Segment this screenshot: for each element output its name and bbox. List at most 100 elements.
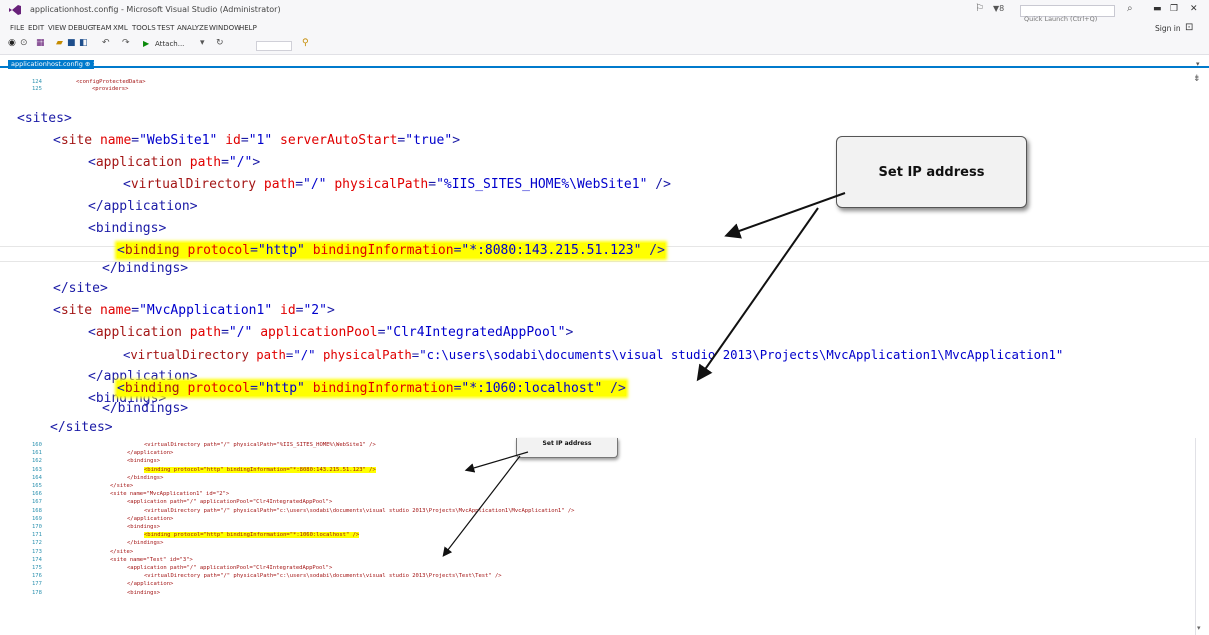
- code-line-sites-open: <sites>: [17, 107, 72, 131]
- feedback-icon[interactable]: ▼8: [993, 4, 1004, 13]
- small-code-line: <virtualDirectory path="/" physicalPath=…: [144, 507, 575, 514]
- code-line-binding2: <binding protocol="http" bindingInformat…: [117, 377, 626, 401]
- pin-icon[interactable]: ⊕: [85, 60, 90, 68]
- new-project-icon[interactable]: ▦: [36, 38, 45, 48]
- close-window-icon[interactable]: ✕: [1190, 4, 1198, 14]
- small-callout-text: Set IP address: [542, 440, 592, 447]
- menu-help[interactable]: HELP: [239, 24, 257, 32]
- small-line-number: 160: [32, 442, 42, 448]
- menu-test[interactable]: TEST: [157, 24, 174, 32]
- small-line-number: 175: [32, 565, 42, 571]
- code-token: "2": [303, 303, 327, 318]
- code-token: site: [60, 303, 93, 318]
- code-token: bindingInformation: [312, 381, 454, 396]
- search-icon[interactable]: ⌕: [1127, 3, 1133, 14]
- menu-analyze[interactable]: ANALYZE: [177, 24, 208, 32]
- small-line-number: 177: [32, 581, 42, 588]
- refresh-icon[interactable]: ↻: [216, 38, 224, 48]
- save-all-icon[interactable]: ◧: [79, 38, 88, 48]
- small-code-line: </site>: [110, 548, 134, 555]
- notification-flag-icon[interactable]: ⚐: [975, 3, 984, 14]
- menu-tools[interactable]: TOOLS: [132, 24, 156, 32]
- find-icon[interactable]: ⚲: [302, 38, 309, 48]
- code-token: "Clr4IntegratedAppPool": [385, 325, 566, 340]
- menu-edit[interactable]: EDIT: [28, 24, 44, 32]
- highlight-binding-8080: <binding protocol="http" bindingInformat…: [117, 243, 665, 258]
- split-scroll-icon[interactable]: ⇟: [1193, 74, 1201, 84]
- code-token: "/": [228, 155, 253, 170]
- undo-icon[interactable]: ↶: [102, 38, 110, 48]
- code-token: serverAutoStart: [280, 133, 398, 148]
- small-line-number: 162: [32, 458, 42, 465]
- code-token: "WebSite1": [139, 133, 218, 148]
- solution-config-dropdown[interactable]: [256, 41, 292, 51]
- code-token: name: [99, 133, 132, 148]
- restore-icon[interactable]: ❐: [1170, 4, 1178, 14]
- code-token: </application>: [88, 199, 198, 214]
- menu-xml[interactable]: XML: [113, 24, 128, 32]
- tab-overflow-icon[interactable]: ▾: [1196, 60, 1200, 68]
- code-line-site1: <site name="WebSite1" id="1" serverAutoS…: [53, 133, 461, 148]
- quick-launch-box[interactable]: [1020, 5, 1115, 24]
- small-line-number: 164: [32, 474, 42, 481]
- small-code-line: </bindings>: [127, 540, 164, 547]
- highlight-binding-1060: <binding protocol="http" bindingInformat…: [117, 381, 626, 396]
- small-code-line: <application path="/" applicationPool="C…: [127, 565, 333, 571]
- code-token: "MvcApplication1": [139, 303, 273, 318]
- minimize-icon[interactable]: ▬: [1153, 4, 1162, 14]
- vertical-scrollbar[interactable]: [1195, 438, 1207, 635]
- dropdown-icon[interactable]: ▾: [200, 38, 205, 48]
- code-token: </sites>: [50, 420, 113, 435]
- code-token: "/": [293, 348, 316, 362]
- small-line-number: 163: [32, 466, 42, 473]
- small-code-line: </bindings>: [127, 474, 164, 481]
- forward-icon[interactable]: ⊙: [20, 38, 28, 48]
- menu-file[interactable]: FILE: [10, 24, 24, 32]
- small-code-line: <bindings>: [127, 589, 161, 596]
- small-line-number: 166: [32, 491, 42, 498]
- back-icon[interactable]: ◉: [8, 38, 16, 48]
- attach-button[interactable]: Attach...: [155, 40, 184, 48]
- code-line-application2: <application path="/" applicationPool="C…: [88, 325, 574, 340]
- small-line-number: 165: [32, 483, 42, 489]
- code-token: "*:1060:localhost": [461, 381, 603, 396]
- menu-view[interactable]: VIEW: [48, 24, 66, 32]
- close-tab-icon[interactable]: ✕: [92, 60, 97, 68]
- menu-team[interactable]: TEAM: [92, 24, 112, 32]
- code-line-vdir1: <virtualDirectory path="/" physicalPath=…: [123, 177, 671, 192]
- small-line-number: 173: [32, 548, 42, 555]
- redo-icon[interactable]: ↷: [122, 38, 130, 48]
- code-token: application: [95, 155, 182, 170]
- menu-debug[interactable]: DEBUG: [68, 24, 93, 32]
- small-line-number: 161: [32, 450, 42, 457]
- window-title: applicationhost.config - Microsoft Visua…: [30, 5, 281, 14]
- small-set-ip-callout: Set IP address: [516, 438, 618, 458]
- code-token: binding: [124, 381, 180, 396]
- code-token: physicalPath: [322, 348, 412, 362]
- code-line: <configProtectedData>: [76, 79, 146, 85]
- code-token: "%IIS_SITES_HOME%\WebSite1": [436, 177, 648, 192]
- code-token: protocol: [187, 381, 251, 396]
- sign-in-link[interactable]: Sign in: [1155, 24, 1181, 33]
- code-token: "c:\users\sodabi\documents\visual studio…: [419, 348, 1064, 362]
- code-token: path: [263, 177, 296, 192]
- small-line-number: 170: [32, 524, 42, 530]
- small-line-number: 169: [32, 515, 42, 522]
- editor-top-strip[interactable]: [0, 70, 1209, 97]
- tab-label: applicationhost.config: [11, 60, 83, 68]
- code-token: binding: [124, 243, 180, 258]
- start-icon[interactable]: ▶: [143, 39, 149, 48]
- line-number: 124: [32, 79, 42, 85]
- account-icon[interactable]: ⊡: [1185, 22, 1193, 33]
- code-token: </bindings>: [102, 261, 189, 276]
- menu-window[interactable]: WINDOW: [209, 24, 241, 32]
- small-code-line: </site>: [110, 483, 134, 489]
- open-folder-icon[interactable]: ▰: [56, 38, 63, 48]
- save-icon[interactable]: ■: [67, 38, 76, 48]
- tab-applicationhost-config[interactable]: applicationhost.config ⊕ ✕: [8, 60, 98, 69]
- code-token: "http": [257, 243, 305, 258]
- small-code-line: <bindings>: [127, 524, 161, 530]
- small-code-line: <binding protocol="http" bindingInformat…: [144, 532, 360, 539]
- scroll-down-icon[interactable]: ▾: [1197, 624, 1201, 632]
- code-token: "/": [303, 177, 327, 192]
